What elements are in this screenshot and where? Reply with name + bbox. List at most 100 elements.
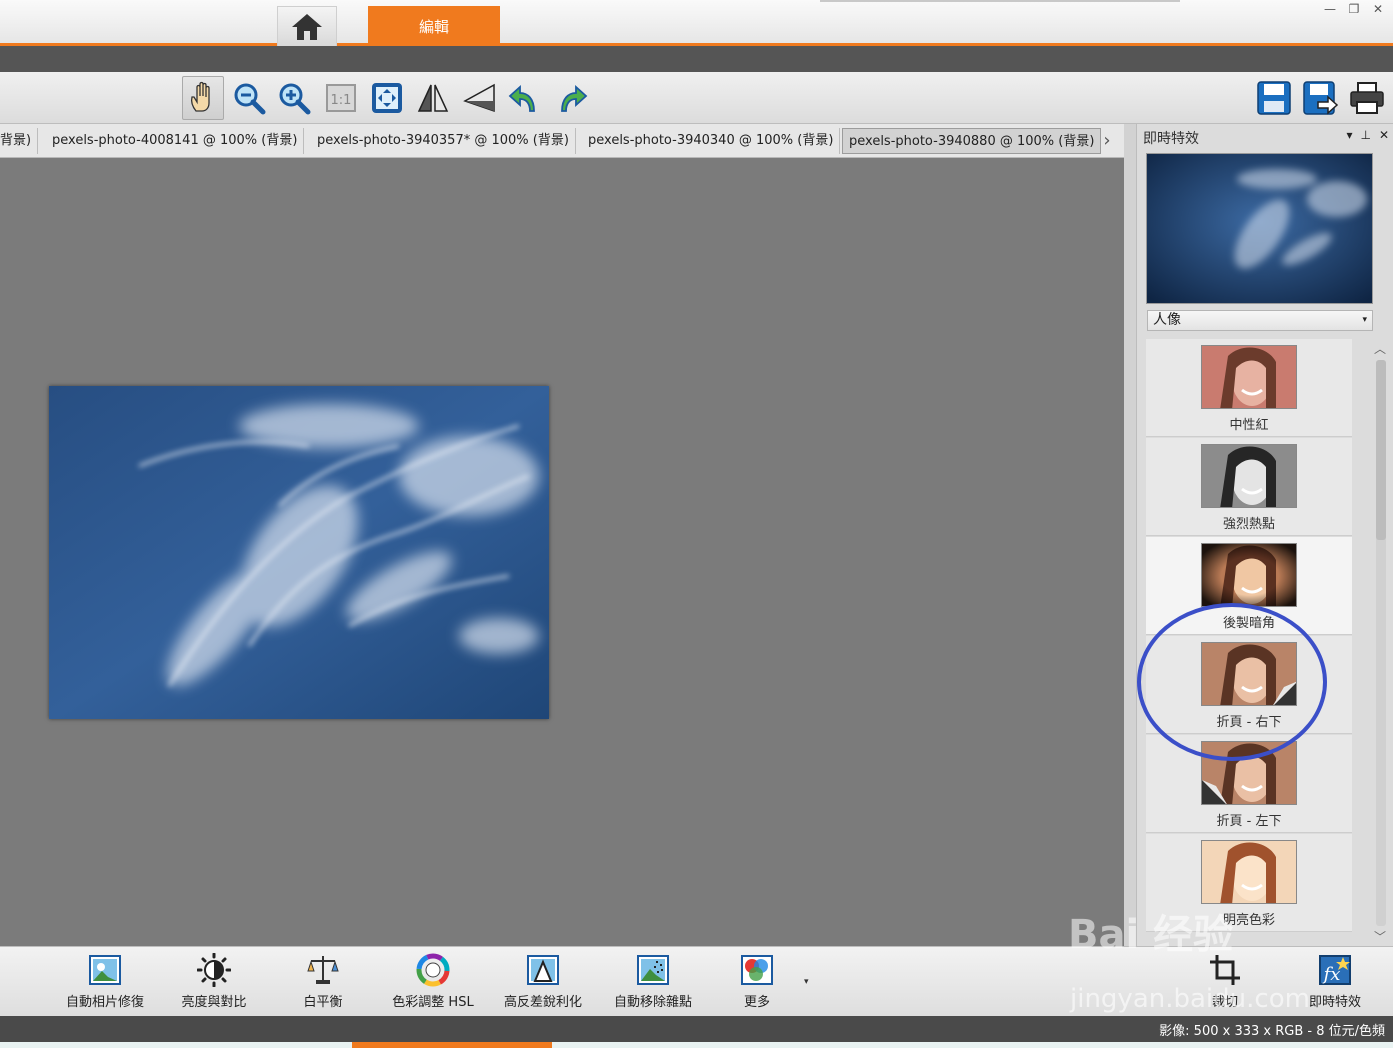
minimize-icon[interactable]: — [1321, 2, 1339, 16]
rotate-left-button[interactable] [504, 76, 546, 120]
close-icon[interactable]: ✕ [1369, 2, 1387, 16]
tool-label: 更多 [743, 995, 770, 1010]
doc-tab[interactable]: pexels-photo-3940357* @ 100% (背景) [311, 128, 576, 154]
fx-icon: fx [1319, 955, 1351, 985]
fit-screen-button[interactable] [366, 76, 408, 120]
tool-label: 即時特效 [1308, 995, 1361, 1010]
preset-selected: 人像 [1153, 312, 1181, 328]
effect-thumbnail [1201, 444, 1297, 508]
image-canvas[interactable] [0, 158, 1124, 946]
rotate-right-button[interactable] [550, 76, 592, 120]
panel-controls: ▾ ⊥ ✕ [1346, 128, 1389, 142]
watermark-logo: Bai 经验 [1068, 912, 1234, 958]
effect-preview [1146, 153, 1373, 304]
edit-tab[interactable]: 編輯 [368, 6, 500, 46]
scroll-thumb[interactable] [1376, 360, 1386, 540]
effect-label: 強烈熱點 [1222, 517, 1275, 532]
tool-label: 自動相片修復 [65, 995, 144, 1010]
effect-thumbnail [1201, 840, 1297, 904]
flip-vertical-button[interactable] [458, 76, 500, 120]
home-tab[interactable] [277, 6, 337, 46]
scale-icon [307, 956, 339, 984]
actual-size-button[interactable]: 1:1 [320, 76, 362, 120]
brightness-icon [197, 953, 231, 987]
zoom-out-button[interactable] [228, 76, 270, 120]
photo-fix-icon [89, 955, 121, 985]
noise-icon [637, 955, 669, 985]
panel-menu-icon[interactable]: ▾ [1346, 128, 1352, 142]
hand-icon [190, 81, 210, 112]
tool-label: 亮度與對比 [181, 995, 247, 1010]
white-balance-button[interactable]: 白平衡 [268, 953, 378, 1013]
sky-image [49, 386, 549, 719]
save-button[interactable] [1253, 76, 1295, 120]
color-wheel-icon [416, 953, 450, 987]
scroll-down-icon[interactable]: ﹀ [1371, 928, 1389, 944]
flip-horizontal-icon [417, 84, 449, 112]
actual-size-label: 1:1 [331, 93, 352, 108]
doc-tab[interactable]: pexels-photo-4008141 @ 100% (背景) [46, 128, 305, 154]
save-icon [1257, 81, 1291, 115]
restore-icon[interactable]: ❐ [1345, 2, 1363, 16]
auto-photo-fix-button[interactable]: 自動相片修復 [50, 953, 160, 1013]
doc-tab[interactable]: pexels-photo-3940340 @ 100% (背景) [582, 128, 841, 154]
chevron-right-icon[interactable]: › [1098, 130, 1116, 152]
preset-dropdown[interactable]: 人像 ▾ [1147, 310, 1373, 331]
status-bar: 影像: 500 x 333 x RGB - 8 位元/色頻 [0, 1016, 1393, 1042]
window-controls: — ❐ ✕ [1321, 2, 1387, 16]
flip-horizontal-button[interactable] [412, 76, 454, 120]
pin-icon[interactable]: ⊥ [1360, 128, 1370, 142]
more-tools-button[interactable]: 更多 [702, 953, 812, 1013]
more-icon [741, 955, 773, 985]
document-tabs: 背景) pexels-photo-4008141 @ 100% (背景) pex… [0, 124, 1124, 158]
main-toolbar: 1:1 [0, 72, 1393, 124]
zoom-in-button[interactable] [273, 76, 315, 120]
menu-band [0, 46, 1393, 72]
effects-scrollbar[interactable]: ︿ ﹀ [1371, 340, 1389, 946]
brightness-contrast-button[interactable]: 亮度與對比 [159, 953, 269, 1013]
panel-close-icon[interactable]: ✕ [1379, 128, 1389, 142]
panel-splitter[interactable] [1124, 124, 1136, 946]
sharpen-button[interactable]: 高反差銳利化 [488, 953, 598, 1013]
tool-label: 自動移除雜點 [613, 995, 692, 1010]
tool-label: 色彩調整 HSL [392, 995, 474, 1010]
sharpen-icon [527, 955, 559, 985]
doc-tab-active[interactable]: pexels-photo-3940880 @ 100% (背景) [842, 128, 1102, 154]
image-info: 影像: 500 x 333 x RGB - 8 位元/色頻 [1159, 1024, 1385, 1039]
highlight-circle [1137, 603, 1327, 761]
effect-item[interactable]: 中性紅 [1146, 339, 1352, 437]
save-as-button[interactable] [1299, 76, 1341, 120]
effect-thumbnail [1201, 345, 1297, 409]
save-as-icon [1303, 81, 1338, 115]
effect-label: 折頁 - 左下 [1216, 814, 1282, 829]
doc-tab[interactable]: 背景) [0, 128, 39, 154]
watermark-url: jingyan.baidu.com [1070, 984, 1310, 1014]
effect-item[interactable]: 強烈熱點 [1146, 438, 1352, 536]
zoom-in-icon [279, 83, 311, 115]
title-bar: 編輯 — ❐ ✕ [0, 0, 1393, 46]
svg-text:fx: fx [1322, 964, 1341, 985]
panel-title: 即時特效 [1143, 131, 1199, 147]
sky-photo [49, 386, 549, 719]
rotate-right-icon [561, 84, 588, 112]
effect-label: 中性紅 [1229, 418, 1269, 433]
flip-vertical-icon [463, 83, 495, 113]
home-icon [292, 13, 322, 40]
effect-thumbnail [1201, 543, 1297, 607]
rotate-left-icon [508, 84, 535, 112]
print-button[interactable] [1346, 76, 1388, 120]
chevron-down-icon[interactable]: ▾ [804, 977, 809, 987]
print-icon [1350, 82, 1384, 114]
actual-size-icon: 1:1 [326, 84, 356, 112]
scroll-up-icon[interactable]: ︿ [1371, 340, 1389, 356]
chevron-down-icon: ▾ [1362, 315, 1367, 325]
remove-noise-button[interactable]: 自動移除雜點 [598, 953, 708, 1013]
hsl-button[interactable]: 色彩調整 HSL [378, 953, 488, 1013]
zoom-out-icon [234, 83, 266, 115]
tool-label: 高反差銳利化 [503, 995, 582, 1010]
preview-image [1147, 154, 1372, 303]
hand-tool-button[interactable] [182, 76, 224, 120]
footer-strip [0, 1042, 1393, 1048]
topbar-divider [820, 0, 1180, 2]
tool-label: 白平衡 [303, 995, 343, 1010]
